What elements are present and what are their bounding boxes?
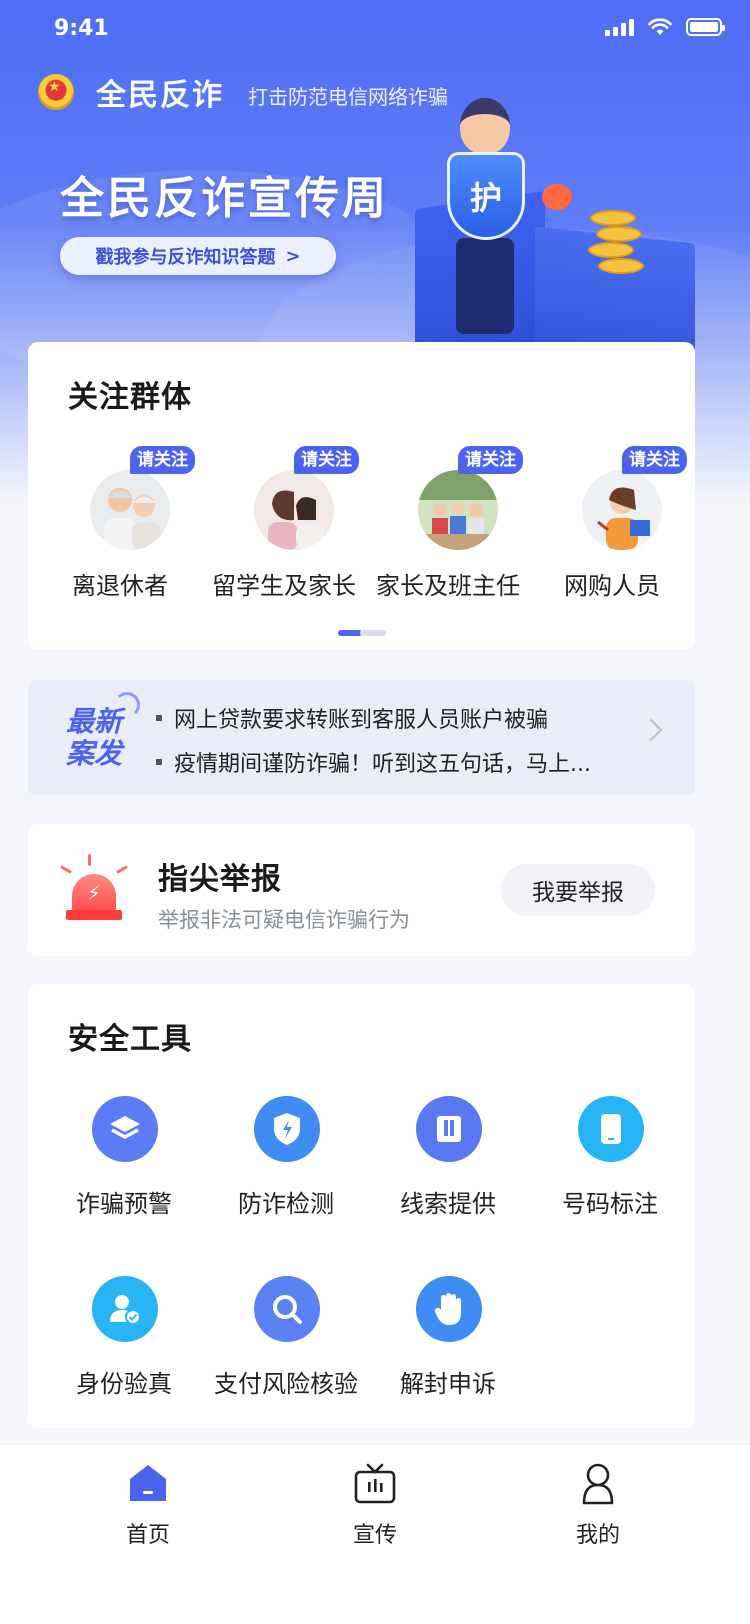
group-label: 离退休者 <box>72 572 168 600</box>
latest-cases-bar[interactable]: 最新 案发 网上贷款要求转账到客服人员账户被骗 疫情期间谨防诈骗！听到这五句话，… <box>28 680 695 795</box>
quiz-button[interactable]: 戳我参与反诈知识答题 > <box>60 237 336 275</box>
chevron-right-icon: > <box>285 245 301 267</box>
group-label: 家长及班主任 <box>376 572 520 600</box>
signal-ring-icon <box>114 692 140 718</box>
group-item-students[interactable]: 请关注 留学生及家长 <box>202 442 366 602</box>
tab-home[interactable]: 首页 <box>88 1461 208 1549</box>
coin-illustration <box>590 210 636 226</box>
mother-daughter-avatar <box>254 470 334 550</box>
attention-badge: 请关注 <box>622 446 687 474</box>
tab-label: 首页 <box>125 1523 170 1548</box>
tab-label: 宣传 <box>352 1523 397 1548</box>
section-title: 关注群体 <box>68 380 192 415</box>
carousel-dot-active <box>338 630 362 636</box>
report-title: 指尖举报 <box>158 862 282 897</box>
tab-label: 我的 <box>575 1523 620 1548</box>
attention-badge: 请关注 <box>294 446 359 474</box>
tool-label: 线索提供 <box>400 1190 496 1218</box>
police-emblem-icon <box>38 74 74 110</box>
group-item-parents-teachers[interactable]: 请关注 家长及班主任 <box>366 442 530 602</box>
user-check-icon <box>92 1276 158 1342</box>
group-item-retirees[interactable]: 请关注 离退休者 <box>38 442 202 602</box>
search-icon <box>254 1276 320 1342</box>
carousel-dot <box>360 630 386 636</box>
shield-illustration: 护 <box>447 152 525 240</box>
report-subtitle: 举报非法可疑电信诈骗行为 <box>158 908 410 932</box>
home-icon <box>126 1461 170 1505</box>
siren-icon: ⚡ <box>60 854 128 920</box>
status-time: 9:41 <box>54 16 109 41</box>
classroom-avatar <box>418 470 498 550</box>
tab-promotion[interactable]: 宣传 <box>315 1461 435 1549</box>
section-title: 安全工具 <box>68 1022 192 1057</box>
illustration-person <box>456 238 514 334</box>
profile-icon <box>576 1461 620 1505</box>
app-slogan: 打击防范电信网络诈骗 <box>248 84 448 109</box>
tool-unblock-appeal[interactable]: 解封申诉 <box>366 1276 530 1406</box>
coin-illustration <box>596 226 642 242</box>
illustration-person-head <box>460 98 510 154</box>
group-item-online-shoppers[interactable]: 请关注 网购人员 <box>530 442 694 602</box>
battery-icon <box>686 18 725 36</box>
quiz-button-label: 戳我参与反诈知识答题 <box>95 247 276 268</box>
tool-fraud-detect[interactable]: 防诈检测 <box>204 1096 368 1226</box>
attention-badge: 请关注 <box>130 446 195 474</box>
tool-label: 诈骗预警 <box>76 1190 172 1218</box>
tag-line: 案发 <box>66 737 123 770</box>
tool-label: 支付风险核验 <box>214 1370 358 1398</box>
online-shopper-avatar <box>582 470 662 550</box>
elderly-couple-avatar <box>90 470 170 550</box>
tool-number-tag[interactable]: 号码标注 <box>528 1096 692 1226</box>
tool-payment-risk[interactable]: 支付风险核验 <box>204 1276 368 1406</box>
status-bar: 9:41 <box>0 0 750 56</box>
tool-label: 解封申诉 <box>400 1370 496 1398</box>
layers-icon <box>92 1096 158 1162</box>
shield-bolt-icon <box>254 1096 320 1162</box>
tool-label: 身份验真 <box>76 1370 172 1398</box>
hand-icon <box>416 1276 482 1342</box>
group-label: 留学生及家长 <box>212 572 356 600</box>
news-item[interactable]: 疫情期间谨防诈骗！听到这五句话，马上... <box>156 746 591 778</box>
wifi-icon <box>648 18 672 35</box>
brand-row: 全民反诈 打击防范电信网络诈骗 <box>38 70 448 114</box>
tool-label: 号码标注 <box>562 1190 658 1218</box>
bottom-tab-bar: 首页 宣传 我的 <box>0 1444 750 1624</box>
signal-icon <box>605 18 634 36</box>
tool-fraud-alert[interactable]: 诈骗预警 <box>42 1096 206 1226</box>
tool-clue-provide[interactable]: 线索提供 <box>366 1096 530 1226</box>
attention-badge: 请关注 <box>458 446 523 474</box>
report-card: ⚡ 指尖举报 举报非法可疑电信诈骗行为 我要举报 <box>28 824 695 956</box>
group-label: 网购人员 <box>564 572 660 600</box>
coin-illustration <box>598 258 644 274</box>
phone-icon <box>578 1096 644 1162</box>
banner-title: 全民反诈宣传周 <box>60 173 389 224</box>
focus-groups-card: 关注群体 请关注 离退休者 请关注 留学生及家长 请关注 家长及班主任 请关注 … <box>28 342 695 650</box>
coin-illustration <box>588 242 634 258</box>
chevron-right-icon[interactable] <box>639 718 663 742</box>
tv-icon <box>353 1461 397 1505</box>
carousel-indicator <box>338 630 386 636</box>
tab-profile[interactable]: 我的 <box>538 1461 658 1549</box>
report-button[interactable]: 我要举报 <box>501 864 655 916</box>
book-icon <box>416 1096 482 1162</box>
tool-identity-verify[interactable]: 身份验真 <box>42 1276 206 1406</box>
money-bag-illustration <box>542 184 572 210</box>
tool-label: 防诈检测 <box>238 1190 334 1218</box>
safety-tools-card: 安全工具 诈骗预警 防诈检测 线索提供 号码标注 身份验真 支付风险核验 解封申… <box>28 984 695 1428</box>
app-name: 全民反诈 <box>96 78 224 113</box>
news-item[interactable]: 网上贷款要求转账到客服人员账户被骗 <box>156 702 548 734</box>
status-icons <box>605 18 725 36</box>
